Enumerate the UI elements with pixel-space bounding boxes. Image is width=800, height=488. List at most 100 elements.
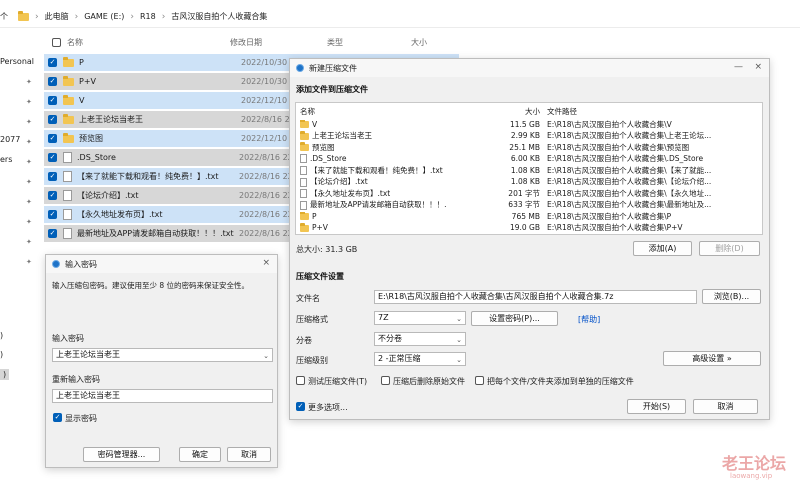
folder-icon <box>300 223 309 232</box>
nav-item-ers[interactable]: ers <box>0 155 12 164</box>
archive-item-size: 633 字节 <box>508 200 540 209</box>
separate-archives-checkbox[interactable] <box>475 376 484 385</box>
file-name: .DS_Store <box>77 153 116 162</box>
archive-list-item[interactable]: 【永久地址发布页】.txt 201 字节 E:\R18\古风汉服自拍个人收藏合集\【… <box>296 187 762 199</box>
row-checkbox[interactable]: ✓ <box>48 210 57 219</box>
filename-input[interactable]: E:\R18\古风汉服自拍个人收藏合集\古风汉服自拍个人收藏合集.7z <box>374 290 697 304</box>
chevron-right-icon: › <box>35 11 39 22</box>
chevron-down-icon[interactable]: ⌄ <box>263 350 269 361</box>
row-checkbox[interactable]: ✓ <box>48 77 57 86</box>
nav-item-personal[interactable]: Personal <box>0 57 34 66</box>
row-checkbox[interactable]: ✓ <box>48 96 57 105</box>
start-button[interactable]: 开始(S) <box>627 399 686 414</box>
row-checkbox[interactable]: ✓ <box>48 134 57 143</box>
row-checkbox[interactable]: ✓ <box>48 153 57 162</box>
column-date[interactable]: 修改日期 <box>230 37 327 48</box>
archive-column-path[interactable]: 文件路径 <box>544 106 760 117</box>
delete-after-checkbox[interactable] <box>381 376 390 385</box>
file-icon <box>300 177 307 187</box>
archive-list-item[interactable]: 最新地址及APP请发邮箱自动获取！！！.txt 633 字节 E:\R18\古风汉服… <box>296 199 762 211</box>
row-checkbox[interactable]: ✓ <box>48 229 57 238</box>
row-checkbox[interactable]: ✓ <box>48 58 57 67</box>
row-checkbox[interactable]: ✓ <box>48 172 57 181</box>
advanced-settings-button[interactable]: 高级设置 » <box>663 351 761 366</box>
folder-icon <box>300 119 309 128</box>
minimize-icon[interactable]: — <box>734 62 743 72</box>
test-archive-checkbox[interactable] <box>296 376 305 385</box>
add-button[interactable]: 添加(A) <box>633 241 692 256</box>
file-icon <box>300 200 307 210</box>
set-password-button[interactable]: 设置密码(P)... <box>471 311 558 326</box>
archive-item-name-cell: P+V <box>296 223 446 232</box>
archive-column-name[interactable]: 名称 <box>296 106 446 117</box>
archive-item-name: 【论坛介绍】.txt <box>310 177 368 186</box>
archive-list-item[interactable]: P 765 MB E:\R18\古风汉服自拍个人收藏合集\P <box>296 210 762 222</box>
archive-item-size: 1.08 KB <box>510 165 540 175</box>
browse-button[interactable]: 浏览(B)... <box>702 289 761 304</box>
archive-list-item[interactable]: 【来了就能下载和观看！纯免费！】.txt 1.08 KB E:\R18\古风汉服自拍… <box>296 164 762 176</box>
row-checkbox[interactable]: ✓ <box>48 191 57 200</box>
row-checkbox[interactable]: ✓ <box>48 115 57 124</box>
archive-list-item[interactable]: P+V 19.0 GB E:\R18\古风汉服自拍个人收藏合集\P+V <box>296 222 762 234</box>
chevron-down-icon[interactable]: ⌄ <box>456 354 462 365</box>
chevron-right-icon: › <box>161 11 166 22</box>
breadcrumb-this-pc[interactable]: 此电脑 <box>45 11 69 22</box>
separate-archives-label: 把每个文件/文件夹添加到单独的压缩文件 <box>487 377 634 386</box>
up-arrow[interactable]: 个 <box>0 11 8 22</box>
archive-list-item[interactable]: 【论坛介绍】.txt 1.08 KB E:\R18\古风汉服自拍个人收藏合集\【论坛… <box>296 176 762 188</box>
show-password-checkbox[interactable]: ✓ <box>53 413 62 422</box>
archive-item-size: 19.0 GB <box>509 223 540 232</box>
select-all-checkbox[interactable] <box>52 37 61 47</box>
archive-item-size: 25.1 MB <box>509 142 540 152</box>
password-dialog-titlebar: 输入密码 × <box>46 255 277 273</box>
archive-item-name: 最新地址及APP请发邮箱自动获取！！！.txt <box>310 200 446 209</box>
ok-button[interactable]: 确定 <box>179 447 221 462</box>
chevron-down-icon[interactable]: ⌄ <box>456 334 462 345</box>
file-list-header: 名称 修改日期 类型 大小 <box>44 34 464 50</box>
archive-dialog-title: 新建压缩文件 <box>309 63 357 73</box>
breadcrumb-current-folder[interactable]: 古风汉服自拍个人收藏合集 <box>171 11 267 22</box>
archive-list-item[interactable]: 上老王论坛当老王 2.99 KB E:\R18\古风汉服自拍个人收藏合集\上老王论坛… <box>296 130 762 142</box>
archive-item-size: 6.00 KB <box>510 154 540 163</box>
file-icon <box>63 228 72 239</box>
archive-file-list[interactable]: 名称 大小 文件路径 V 11.5 GB E:\R18\古风汉服自拍个人收藏合集\V… <box>295 102 763 235</box>
help-link[interactable]: [帮助] <box>578 314 600 325</box>
chevron-down-icon[interactable]: ⌄ <box>456 313 462 324</box>
show-password-label: 显示密码 <box>65 414 97 423</box>
split-select[interactable]: 不分卷 ⌄ <box>374 332 466 346</box>
archive-list-item[interactable]: .DS_Store 6.00 KB E:\R18\古风汉服自拍个人收藏合集\.DS_… <box>296 153 762 165</box>
folder-icon <box>300 130 309 140</box>
address-bar[interactable]: 个 › 此电脑 › GAME (E:) › R18 › 古风汉服自拍个人收藏合集 <box>0 6 800 28</box>
password-input[interactable]: 上老王论坛当老王 ⌄ <box>52 348 273 362</box>
column-name[interactable]: 名称 <box>67 37 230 48</box>
column-type[interactable]: 类型 <box>327 37 411 48</box>
archive-list-item[interactable]: 预览图 25.1 MB E:\R18\古风汉服自拍个人收藏合集\预览图 <box>296 141 762 153</box>
nav-item-drive-2[interactable]: ) <box>0 350 3 359</box>
breadcrumb-game-drive[interactable]: GAME (E:) <box>84 12 124 21</box>
archive-list-item[interactable]: V 11.5 GB E:\R18\古风汉服自拍个人收藏合集\V <box>296 118 762 130</box>
archive-cancel-button[interactable]: 取消 <box>693 399 758 414</box>
format-select[interactable]: 7Z ⌄ <box>374 311 466 325</box>
delete-button[interactable]: 删除(D) <box>699 241 760 256</box>
file-icon <box>300 189 307 198</box>
nav-item-drive-1[interactable]: ) <box>0 331 3 340</box>
format-value: 7Z <box>378 313 389 322</box>
folder-icon <box>63 94 74 105</box>
level-select[interactable]: 2 -正常压缩 ⌄ <box>374 352 466 366</box>
column-size[interactable]: 大小 <box>411 37 427 48</box>
close-icon[interactable]: × <box>754 62 762 72</box>
folder-icon <box>63 56 74 67</box>
close-icon[interactable]: × <box>262 258 270 268</box>
pin-icon: ✦ <box>26 218 32 226</box>
file-name: 【永久地址发布页】.txt <box>77 210 163 219</box>
breadcrumb-r18[interactable]: R18 <box>140 12 156 21</box>
archive-column-size[interactable]: 大小 <box>446 106 544 117</box>
more-options-checkbox[interactable]: ✓ <box>296 402 305 411</box>
cancel-button[interactable]: 取消 <box>227 447 271 462</box>
password-manager-button[interactable]: 密码管理器... <box>83 447 160 462</box>
nav-item-drive-3[interactable]: ) <box>0 369 10 380</box>
reenter-password-input[interactable]: 上老王论坛当老王 <box>52 389 273 403</box>
archive-item-name-cell: 【永久地址发布页】.txt <box>296 188 446 199</box>
nav-item-2077[interactable]: 2077 <box>0 135 20 144</box>
pin-icon: ✦ <box>26 138 32 146</box>
